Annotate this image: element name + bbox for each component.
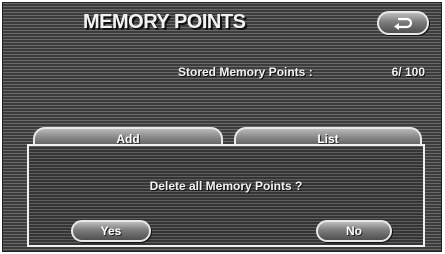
return-arrow-icon <box>394 17 413 30</box>
back-button[interactable] <box>377 11 429 35</box>
dialog-message: Delete all Memory Points ? <box>149 179 303 193</box>
page-title: MEMORY POINTS <box>83 11 246 33</box>
yes-button[interactable]: Yes <box>71 220 151 242</box>
stored-points-label: Stored Memory Points : <box>178 65 313 79</box>
stored-points-value: 6/ 100 <box>391 65 425 79</box>
no-button[interactable]: No <box>316 220 392 242</box>
confirm-dialog: Delete all Memory Points ? Yes No <box>27 144 425 247</box>
nav-screen: MEMORY POINTS Stored Memory Points : 6/ … <box>2 2 442 252</box>
